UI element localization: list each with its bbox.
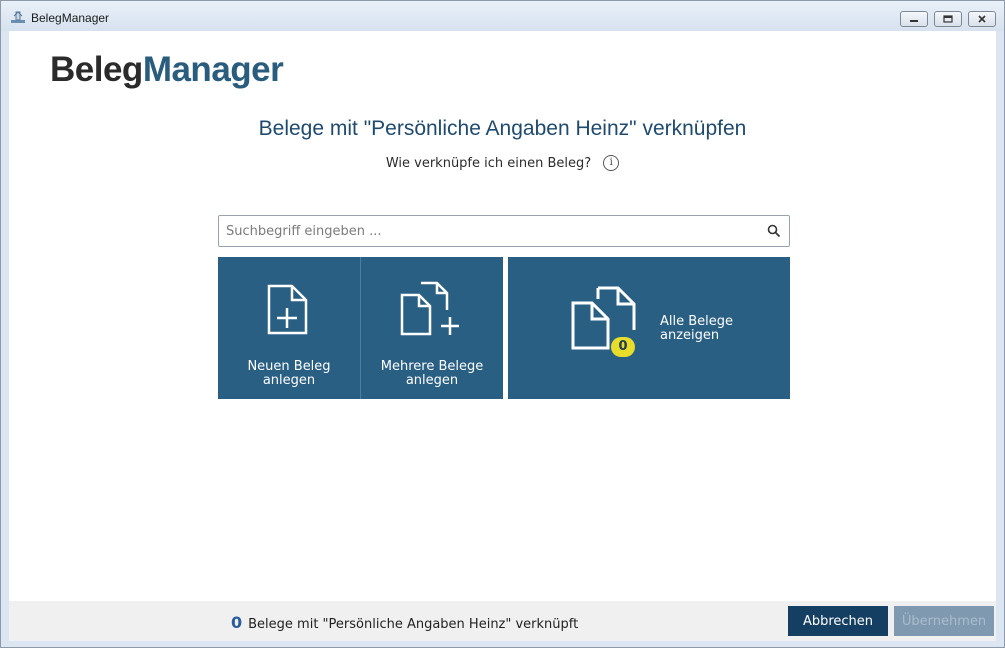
document-add-icon [267,284,308,335]
maximize-button[interactable] [934,11,962,27]
footer-bar: 0 Belege mit "Persönliche Angaben Heinz"… [9,601,996,641]
maximize-icon [943,15,953,23]
help-link[interactable]: Wie verknüpfe ich einen Beleg? i [9,155,996,171]
multiple-documents-tile[interactable]: Mehrere Belege anlegen [361,257,503,399]
minimize-icon [910,20,918,22]
app-window: BelegManager BelegManager Belege mit "Pe… [0,0,1005,648]
logo: BelegManager [50,50,284,89]
apply-button[interactable]: Übernehmen [894,606,994,636]
all-documents-tile[interactable]: 0 Alle Belege anzeigen [508,257,790,399]
search-box[interactable] [218,215,790,247]
window-title: BelegManager [31,11,110,25]
app-icon [11,11,25,23]
info-icon[interactable]: i [603,155,620,171]
cancel-button[interactable]: Abbrechen [788,606,888,636]
main-content: BelegManager Belege mit "Persönliche Ang… [9,31,996,601]
logo-part-1: Beleg [50,50,143,89]
logo-part-2: Manager [142,50,284,89]
search-input[interactable] [220,217,760,245]
new-document-label: Neuen Beleg anlegen [247,359,331,388]
linked-count: 0 [231,613,243,632]
close-button[interactable] [968,11,996,27]
help-text[interactable]: Wie verknüpfe ich einen Beleg? [386,156,591,171]
new-document-tile[interactable]: Neuen Beleg anlegen [218,257,360,399]
title-bar: BelegManager [1,1,1004,31]
documents-add-icon [400,281,459,336]
multiple-documents-label: Mehrere Belege anlegen [380,359,484,388]
search-icon[interactable] [767,224,781,238]
document-count-badge: 0 [611,337,635,357]
link-status-text: Belege mit "Persönliche Angaben Heinz" v… [248,617,579,632]
link-status: 0 Belege mit "Persönliche Angaben Heinz"… [231,613,578,632]
all-documents-label: Alle Belege anzeigen [660,314,734,343]
page-title: Belege mit "Persönliche Angaben Heinz" v… [258,117,747,140]
minimize-button[interactable] [900,11,928,27]
close-icon [978,15,986,23]
